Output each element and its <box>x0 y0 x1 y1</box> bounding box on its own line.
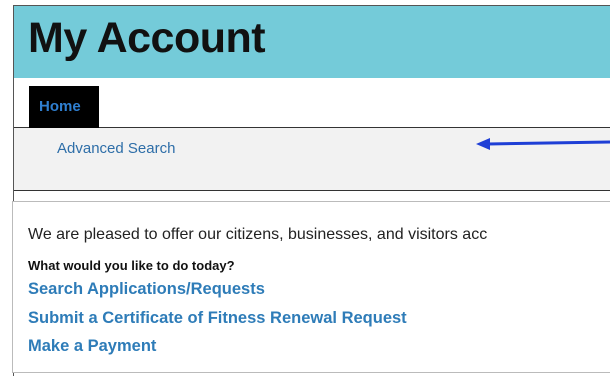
question-heading: What would you like to do today? <box>28 258 235 273</box>
page-header: My Account <box>14 6 610 78</box>
tab-home[interactable]: Home <box>29 86 99 134</box>
annotation-arrow-icon <box>476 138 610 150</box>
tab-home-label: Home <box>39 98 81 115</box>
page-title: My Account <box>28 14 266 62</box>
advanced-search-link[interactable]: Advanced Search <box>57 140 175 157</box>
tab-bar: Home <box>14 78 610 134</box>
submit-renewal-link[interactable]: Submit a Certificate of Fitness Renewal … <box>28 309 407 328</box>
make-payment-link[interactable]: Make a Payment <box>28 337 156 356</box>
content-panel: We are pleased to offer our citizens, bu… <box>12 201 610 373</box>
search-applications-link[interactable]: Search Applications/Requests <box>28 280 265 299</box>
intro-text: We are pleased to offer our citizens, bu… <box>28 226 488 243</box>
